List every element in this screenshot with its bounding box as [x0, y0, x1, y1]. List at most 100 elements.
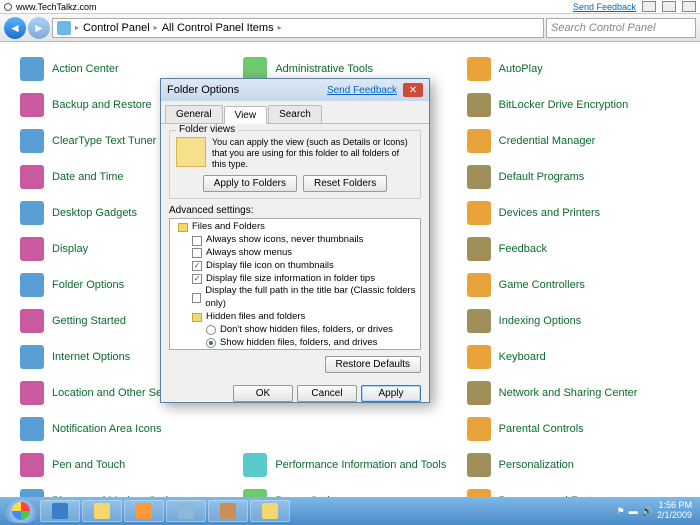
cp-item-icon: [467, 489, 491, 497]
tray-flag-icon[interactable]: ⚑: [617, 506, 625, 517]
folder-icon[interactable]: [192, 313, 202, 322]
clock[interactable]: 1:56 PM 2/1/2009: [657, 501, 696, 521]
tree-row[interactable]: Always show icons, never thumbnails: [172, 234, 418, 247]
dialog-titlebar[interactable]: Folder Options Send Feedback ✕: [161, 79, 429, 101]
apply-to-folders-button[interactable]: Apply to Folders: [203, 175, 297, 192]
dialog-title: Folder Options: [167, 84, 239, 96]
apply-button[interactable]: Apply: [361, 385, 421, 402]
cp-item-label: Performance Information and Tools: [275, 459, 446, 471]
taskbar[interactable]: ⚑ ▬ 🔊 1:56 PM 2/1/2009: [0, 497, 700, 525]
radio[interactable]: [206, 338, 216, 348]
checkbox[interactable]: ✓: [192, 274, 202, 284]
tree-row[interactable]: Hidden files and folders: [172, 311, 418, 324]
folder-views-group: Folder views You can apply the view (suc…: [169, 130, 421, 199]
cp-item[interactable]: BitLocker Drive Encryption: [467, 90, 680, 120]
tree-label: Display file size information in folder …: [206, 273, 375, 286]
start-button[interactable]: [4, 499, 38, 523]
cp-item[interactable]: Performance Information and Tools: [243, 450, 456, 480]
menu-icon[interactable]: [682, 1, 696, 12]
tree-label: Show hidden files, folders, and drives: [220, 337, 377, 350]
cp-item-icon: [20, 93, 44, 117]
ok-button[interactable]: OK: [233, 385, 293, 402]
crumb-all-items[interactable]: All Control Panel Items: [162, 22, 274, 34]
cp-item[interactable]: Feedback: [467, 234, 680, 264]
taskbar-app3[interactable]: [250, 500, 290, 522]
checkbox[interactable]: [192, 293, 201, 303]
cancel-button[interactable]: Cancel: [297, 385, 357, 402]
cp-item[interactable]: Parental Controls: [467, 414, 680, 444]
tree-label: Always show icons, never thumbnails: [206, 234, 363, 247]
cp-item-icon: [20, 309, 44, 333]
tree-row[interactable]: ✓ Display file size information in folder…: [172, 273, 418, 286]
forward-button[interactable]: ►: [28, 17, 50, 39]
folder-views-label: Folder views: [176, 124, 238, 135]
cp-item[interactable]: Phone and Modem Options: [20, 486, 233, 497]
taskbar-explorer[interactable]: [82, 500, 122, 522]
restore-icon[interactable]: [642, 1, 656, 12]
cp-item-label: Getting Started: [52, 315, 126, 327]
page-icon[interactable]: [662, 1, 676, 12]
cp-item[interactable]: Default Programs: [467, 162, 680, 192]
cp-item-label: Parental Controls: [499, 423, 584, 435]
radio[interactable]: [206, 325, 216, 335]
folder-views-text: You can apply the view (such as Details …: [212, 137, 414, 169]
close-button[interactable]: ✕: [403, 83, 423, 97]
tree-row[interactable]: ✓Display file icon on thumbnails: [172, 260, 418, 273]
tree-row[interactable]: Display the full path in the title bar (…: [172, 285, 418, 311]
cp-item[interactable]: Power Options: [243, 486, 456, 497]
cp-item[interactable]: Notification Area Icons: [20, 414, 233, 444]
tab-view[interactable]: View: [224, 106, 268, 124]
cp-item[interactable]: AutoPlay: [467, 54, 680, 84]
taskbar-ie[interactable]: [40, 500, 80, 522]
cp-item-icon: [467, 273, 491, 297]
cp-item-label: Network and Sharing Center: [499, 387, 638, 399]
cp-item-icon: [467, 417, 491, 441]
send-feedback-link[interactable]: Send Feedback: [573, 2, 636, 12]
tree-row[interactable]: Show hidden files, folders, and drives: [172, 337, 418, 350]
system-tray[interactable]: ⚑ ▬ 🔊 1:56 PM 2/1/2009: [617, 501, 696, 521]
cp-item[interactable]: Personalization: [467, 450, 680, 480]
tree-row[interactable]: Don't show hidden files, folders, or dri…: [172, 324, 418, 337]
cp-item[interactable]: Credential Manager: [467, 126, 680, 156]
crumb-control-panel[interactable]: Control Panel: [83, 22, 150, 34]
cp-item[interactable]: Network and Sharing Center: [467, 378, 680, 408]
clock-date: 2/1/2009: [657, 511, 692, 521]
tray-network-icon[interactable]: ▬: [629, 506, 638, 516]
restore-defaults-button[interactable]: Restore Defaults: [325, 356, 421, 373]
tree-row[interactable]: Files and Folders: [172, 221, 418, 234]
tree-label: Display the full path in the title bar (…: [205, 285, 418, 311]
folder-icon[interactable]: [178, 223, 188, 232]
tree-row[interactable]: Always show menus: [172, 247, 418, 260]
reset-folders-button[interactable]: Reset Folders: [303, 175, 387, 192]
tab-general[interactable]: General: [165, 105, 223, 123]
folder-icon: [176, 137, 206, 167]
checkbox[interactable]: ✓: [192, 261, 202, 271]
tray-volume-icon[interactable]: 🔊: [642, 506, 653, 517]
cp-item[interactable]: Devices and Printers: [467, 198, 680, 228]
search-input[interactable]: Search Control Panel: [546, 18, 696, 38]
advanced-settings-label: Advanced settings:: [169, 205, 421, 216]
breadcrumb[interactable]: ▸ Control Panel ▸ All Control Panel Item…: [52, 18, 544, 38]
cp-item[interactable]: Indexing Options: [467, 306, 680, 336]
cp-item[interactable]: Pen and Touch: [20, 450, 233, 480]
dialog-feedback-link[interactable]: Send Feedback: [327, 85, 397, 96]
app-icon: [220, 503, 236, 519]
advanced-settings-tree[interactable]: Files and FoldersAlways show icons, neve…: [169, 218, 421, 350]
checkbox[interactable]: [192, 236, 202, 246]
tab-search[interactable]: Search: [268, 105, 322, 123]
tree-row[interactable]: ✓Hide empty drives in the Computer folde…: [172, 350, 418, 351]
tree-label: Don't show hidden files, folders, or dri…: [220, 324, 393, 337]
cp-item[interactable]: Keyboard: [467, 342, 680, 372]
cp-item-label: Desktop Gadgets: [52, 207, 137, 219]
cp-item-icon: [20, 453, 44, 477]
checkbox[interactable]: [192, 248, 202, 258]
taskbar-app2[interactable]: [208, 500, 248, 522]
cp-item-label: ClearType Text Tuner: [52, 135, 156, 147]
taskbar-media[interactable]: [124, 500, 164, 522]
cp-item[interactable]: Programs and Features: [467, 486, 680, 497]
cp-item-icon: [20, 57, 44, 81]
circle-icon: [4, 3, 12, 11]
back-button[interactable]: ◄: [4, 17, 26, 39]
taskbar-app1[interactable]: [166, 500, 206, 522]
cp-item[interactable]: Game Controllers: [467, 270, 680, 300]
